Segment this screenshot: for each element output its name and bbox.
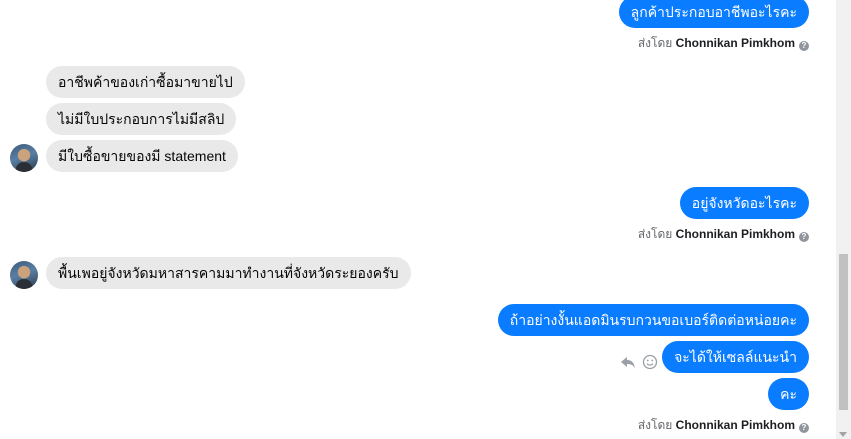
message-incoming[interactable]: พื้นเพอยู่จังหวัดมหาสารคามมาทำงานที่จังห…	[46, 257, 411, 289]
scrollbar-thumb[interactable]	[839, 254, 848, 410]
message-incoming[interactable]: ไม่มีใบประกอบการไม่มีสลิป	[46, 103, 237, 135]
smiley-icon[interactable]	[642, 354, 658, 370]
message-outgoing[interactable]: จะได้ให้เซลล์แนะนำ	[662, 341, 809, 373]
reply-icon[interactable]	[620, 354, 636, 370]
sent-by-label: ส่งโดย Chonnikan Pimkhom?	[638, 226, 809, 242]
sender-name[interactable]: Chonnikan Pimkhom	[676, 36, 795, 50]
message-outgoing[interactable]: อยู่จังหวัดอะไรคะ	[679, 187, 809, 219]
sent-by-prefix: ส่งโดย	[637, 227, 673, 241]
message-outgoing[interactable]: ถ้าอย่างงั้นแอดมินรบกวนขอเบอร์ติดต่อหน่อ…	[497, 304, 809, 336]
message-actions	[620, 352, 658, 372]
avatar[interactable]	[10, 144, 38, 172]
sender-name[interactable]: Chonnikan Pimkhom	[676, 418, 795, 432]
vertical-scrollbar[interactable]	[836, 0, 851, 439]
message-incoming[interactable]: อาชีพค้าของเก่าซื้อมาขายไป	[46, 66, 245, 98]
sender-name[interactable]: Chonnikan Pimkhom	[676, 227, 795, 241]
message-outgoing[interactable]: คะ	[768, 378, 809, 410]
message-incoming[interactable]: มีใบซื้อขายของมี statement	[46, 140, 238, 172]
message-outgoing[interactable]: ลูกค้าประกอบอาชีพอะไรคะ	[618, 0, 809, 28]
scroll-down-arrow[interactable]	[839, 432, 847, 437]
info-icon[interactable]: ?	[799, 232, 809, 242]
sent-by-prefix: ส่งโดย	[637, 418, 673, 432]
sent-by-prefix: ส่งโดย	[637, 36, 673, 50]
avatar[interactable]	[10, 261, 38, 289]
info-icon[interactable]: ?	[799, 41, 809, 51]
sent-by-label: ส่งโดย Chonnikan Pimkhom?	[638, 417, 809, 433]
message-thread: ลูกค้าประกอบอาชีพอะไรคะ ส่งโดย Chonnikan…	[0, 0, 836, 439]
sent-by-label: ส่งโดย Chonnikan Pimkhom?	[638, 35, 809, 51]
info-icon[interactable]: ?	[799, 423, 809, 433]
